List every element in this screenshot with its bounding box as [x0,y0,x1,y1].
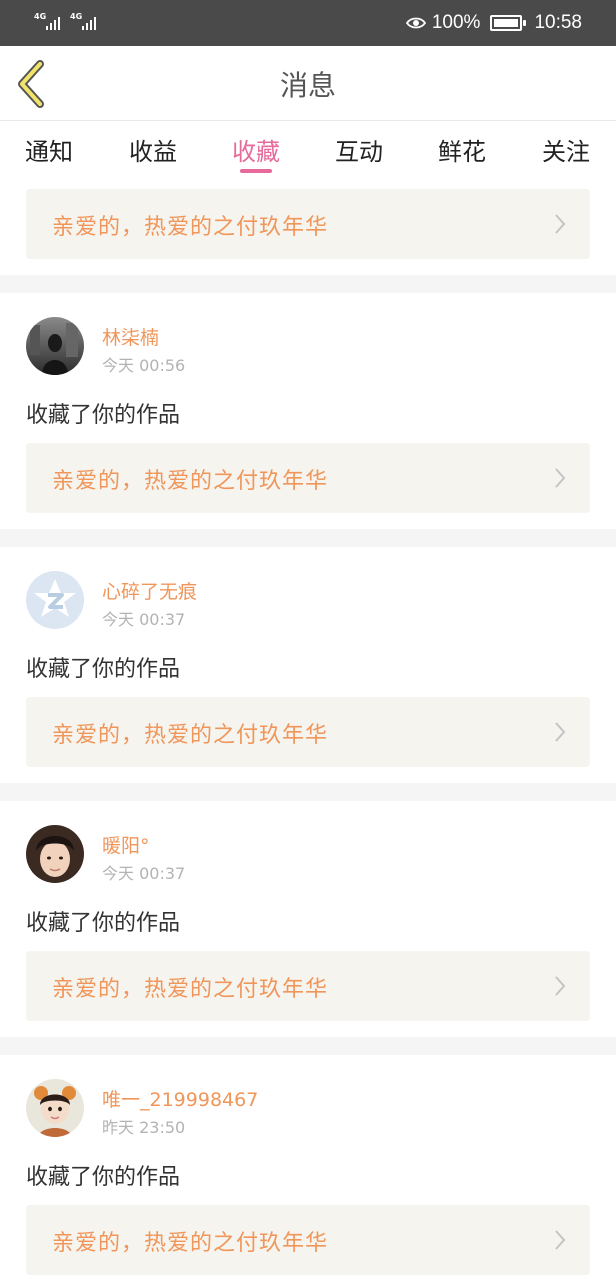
work-title: 亲爱的，热爱的之付玖年华 [52,215,329,240]
eye-icon [405,17,426,29]
divider [0,275,616,293]
battery-percent: 100% [431,12,481,33]
work-card[interactable]: 亲爱的，热爱的之付玖年华 [26,1205,590,1275]
list-item: 心碎了无痕 今天 00:37 收藏了你的作品 亲爱的，热爱的之付玖年华 [0,547,616,783]
work-card[interactable]: 亲爱的，热爱的之付玖年华 [26,189,590,259]
active-tab-indicator [240,169,272,173]
action-text: 收藏了你的作品 [26,911,181,936]
work-title: 亲爱的，热爱的之付玖年华 [52,1231,329,1256]
work-title: 亲爱的，热爱的之付玖年华 [52,723,329,748]
clock: 10:58 [534,12,582,33]
tab-earnings[interactable]: 收益 [129,132,177,167]
timestamp: 昨天 23:50 [102,1118,186,1137]
divider [0,783,616,801]
user-name[interactable]: 唯一_219998467 [102,1085,258,1112]
signal-icon: 4G [34,12,66,34]
work-title: 亲爱的，热爱的之付玖年华 [52,977,329,1002]
tab-follows[interactable]: 关注 [542,132,590,167]
list-item: 唯一_219998467 昨天 23:50 收藏了你的作品 亲爱的，热爱的之付玖… [0,1055,616,1280]
timestamp: 今天 00:37 [102,864,186,883]
user-name[interactable]: 心碎了无痕 [102,577,197,604]
page-title: 消息 [279,69,336,102]
work-card[interactable]: 亲爱的，热爱的之付玖年华 [26,443,590,513]
chevron-right-icon [555,1230,566,1250]
divider [0,529,616,547]
status-bar: 4G 4G 100% 10:58 [0,0,616,46]
top-bar: 消息 [0,46,616,121]
work-title: 亲爱的，热爱的之付玖年华 [52,469,329,494]
avatar[interactable] [26,825,84,883]
avatar[interactable] [26,571,84,629]
chevron-right-icon [555,976,566,996]
action-text: 收藏了你的作品 [26,403,181,428]
chevron-right-icon [555,468,566,488]
signal-icon: 4G [70,12,102,34]
divider [0,1037,616,1055]
status-right: 100% 10:58 [405,0,582,46]
tab-bar: 通知 收益 收藏 互动 鲜花 关注 [0,122,616,178]
list-item: 林柒楠 今天 00:56 收藏了你的作品 亲爱的，热爱的之付玖年华 [0,293,616,529]
tab-flowers[interactable]: 鲜花 [438,132,486,167]
tab-favorites[interactable]: 收藏 [232,132,280,167]
chevron-right-icon [555,722,566,742]
action-text: 收藏了你的作品 [26,1165,181,1190]
user-name[interactable]: 林柒楠 [102,323,159,350]
tab-notifications[interactable]: 通知 [25,132,73,167]
work-card[interactable]: 亲爱的，热爱的之付玖年华 [26,697,590,767]
avatar[interactable] [26,1079,84,1137]
avatar[interactable] [26,317,84,375]
timestamp: 今天 00:56 [102,356,186,375]
list-item: 暖阳° 今天 00:37 收藏了你的作品 亲爱的，热爱的之付玖年华 [0,801,616,1037]
work-card[interactable]: 亲爱的，热爱的之付玖年华 [26,951,590,1021]
chevron-right-icon [555,214,566,234]
action-text: 收藏了你的作品 [26,657,181,682]
user-name[interactable]: 暖阳° [102,831,150,858]
timestamp: 今天 00:37 [102,610,186,629]
tab-interactions[interactable]: 互动 [335,132,383,167]
battery-icon [490,15,527,31]
